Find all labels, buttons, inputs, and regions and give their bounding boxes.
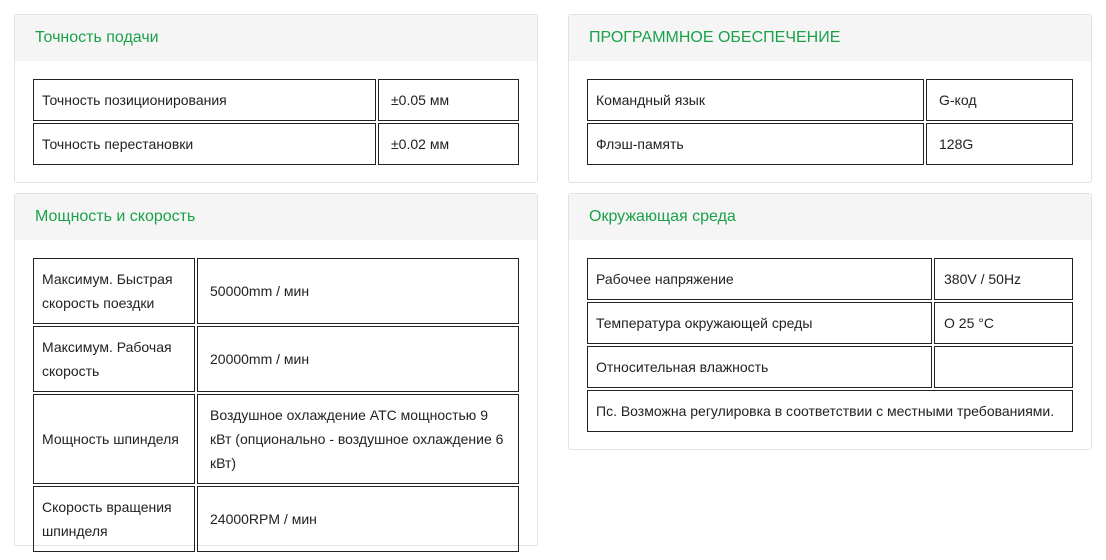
power-speed-table: Максимум. Быстрая скорость поездки 50000… — [31, 256, 521, 554]
feed-accuracy-panel: Точность подачи Точность позиционировани… — [14, 14, 538, 183]
spec-label: Температура окружающей среды — [587, 302, 932, 344]
table-row: Командный язык G-код — [587, 79, 1073, 121]
table-row: Мощность шпинделя Воздушное охлаждение A… — [33, 394, 519, 484]
spec-value: 380V / 50Hz — [934, 258, 1073, 300]
table-row: Рабочее напряжение 380V / 50Hz — [587, 258, 1073, 300]
environment-panel: Окружающая среда Рабочее напряжение 380V… — [568, 193, 1092, 450]
panel-title: Точность подачи — [15, 15, 537, 61]
table-row: Точность перестановки ±0.02 мм — [33, 123, 519, 165]
table-row: Максимум. Быстрая скорость поездки 50000… — [33, 258, 519, 324]
table-row: Температура окружающей среды O 25 °C — [587, 302, 1073, 344]
table-row: Точность позиционирования ±0.05 мм — [33, 79, 519, 121]
spec-label: Рабочее напряжение — [587, 258, 932, 300]
spec-value: 128G — [926, 123, 1073, 165]
spec-value: 20000mm / мин — [197, 326, 519, 392]
software-table: Командный язык G-код Флэш-память 128G — [585, 77, 1075, 167]
spec-label: Максимум. Рабочая скорость — [33, 326, 195, 392]
spec-label: Максимум. Быстрая скорость поездки — [33, 258, 195, 324]
panel-title: Окружающая среда — [569, 194, 1091, 240]
spec-value: 24000RPM / мин — [197, 486, 519, 552]
spec-label: Относительная влажность — [587, 346, 932, 388]
spec-note: Пс. Возможна регулировка в соответствии … — [587, 390, 1073, 432]
feed-accuracy-table: Точность позиционирования ±0.05 мм Точно… — [31, 77, 521, 167]
spec-value: Воздушное охлаждение ATC мощностью 9 кВт… — [197, 394, 519, 484]
spec-value: O 25 °C — [934, 302, 1073, 344]
panel-title: ПРОГРАММНОЕ ОБЕСПЕЧЕНИЕ — [569, 15, 1091, 61]
spec-value: ±0.02 мм — [378, 123, 519, 165]
table-row: Пс. Возможна регулировка в соответствии … — [587, 390, 1073, 432]
spec-label: Скорость вращения шпинделя — [33, 486, 195, 552]
environment-table: Рабочее напряжение 380V / 50Hz Температу… — [585, 256, 1075, 434]
spec-label: Командный язык — [587, 79, 924, 121]
table-row: Флэш-память 128G — [587, 123, 1073, 165]
spec-label: Флэш-память — [587, 123, 924, 165]
table-row: Относительная влажность — [587, 346, 1073, 388]
software-panel: ПРОГРАММНОЕ ОБЕСПЕЧЕНИЕ Командный язык G… — [568, 14, 1092, 183]
spec-value: ±0.05 мм — [378, 79, 519, 121]
spec-value: 50000mm / мин — [197, 258, 519, 324]
panel-title: Мощность и скорость — [15, 194, 537, 240]
spec-label: Мощность шпинделя — [33, 394, 195, 484]
power-speed-panel: Мощность и скорость Максимум. Быстрая ск… — [14, 193, 538, 552]
spec-label: Точность позиционирования — [33, 79, 376, 121]
spec-value: G-код — [926, 79, 1073, 121]
spec-label: Точность перестановки — [33, 123, 376, 165]
table-row: Максимум. Рабочая скорость 20000mm / мин — [33, 326, 519, 392]
table-row: Скорость вращения шпинделя 24000RPM / ми… — [33, 486, 519, 552]
spec-value — [934, 346, 1073, 388]
